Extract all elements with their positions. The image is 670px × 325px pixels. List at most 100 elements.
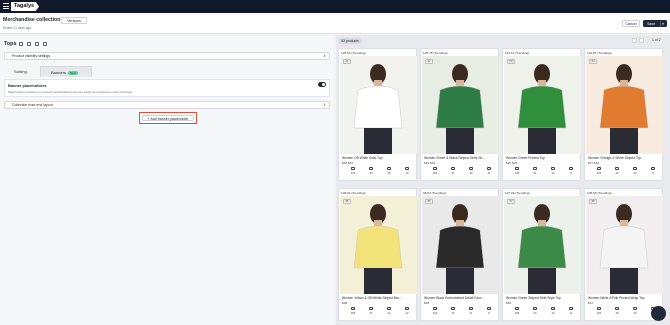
stat-orders: 31 bbox=[465, 307, 477, 315]
product-image bbox=[504, 56, 581, 154]
product-name[interactable]: Women Off-White Solid Top bbox=[342, 156, 416, 160]
collection-layout-select[interactable]: Collection front-end layout ⇕ bbox=[4, 101, 330, 109]
product-name[interactable]: Women Orange & White Striped Top bbox=[588, 156, 662, 160]
stat-value: 8 bbox=[488, 312, 490, 315]
stat-cart: 48 bbox=[611, 167, 623, 175]
views-icon bbox=[515, 167, 519, 170]
product-stats: 298 60 40 11 bbox=[505, 307, 580, 320]
product-name[interactable]: Women Yellow & Off-White Striped Bar... bbox=[342, 296, 416, 300]
stat-value: 40 bbox=[469, 172, 473, 175]
stat-orders: 30 bbox=[629, 167, 641, 175]
product-name[interactable]: Women Green & Black Striped Semi-Sh... bbox=[424, 156, 498, 160]
pin-icon[interactable] bbox=[35, 42, 39, 46]
product-rank-badge: #2 bbox=[425, 59, 433, 64]
product-image bbox=[586, 56, 663, 154]
stat-value: 305 bbox=[350, 312, 356, 315]
add-banner-highlight: + Add banner placeholder bbox=[139, 112, 197, 124]
product-price: $17 $34 bbox=[588, 161, 600, 165]
chevron-updown-icon: ⇕ bbox=[323, 103, 326, 107]
product-price: $15 $32 bbox=[424, 161, 436, 165]
versions-button[interactable]: Versions bbox=[61, 17, 87, 24]
views-icon bbox=[351, 307, 355, 310]
tab-banners[interactable]: Banners New bbox=[40, 66, 92, 77]
stat-value: 9 bbox=[652, 172, 654, 175]
product-name[interactable]: Women Green Printed Top bbox=[506, 156, 580, 160]
save-button[interactable]: Save ▾ bbox=[643, 20, 667, 27]
stat-returns: 10 bbox=[401, 167, 413, 175]
product-name[interactable]: Women Black Embroidered Detail Faux... bbox=[424, 296, 498, 300]
page-indicator: 1 of 2 bbox=[652, 38, 661, 42]
next-page-button[interactable] bbox=[639, 38, 644, 43]
prev-page-button[interactable] bbox=[632, 38, 637, 43]
stat-returns: 9 bbox=[565, 167, 577, 175]
product-card[interactable]: 139.04 (Trending) #5 Women Yellow & Off-Wh… bbox=[338, 188, 417, 321]
views-icon bbox=[433, 167, 437, 170]
product-score: 102.87 (Trending) bbox=[587, 51, 612, 55]
product-card[interactable]: 125.53 (Trending) #1 Women Off-White Solid… bbox=[338, 48, 417, 181]
settings-icon[interactable] bbox=[27, 42, 31, 46]
product-stats: 248 51 33 9 bbox=[505, 167, 580, 180]
product-score: 105.53 (Trending) bbox=[587, 191, 612, 195]
add-banner-placeholder-button[interactable]: + Add banner placeholder bbox=[142, 115, 194, 121]
views-icon bbox=[597, 167, 601, 170]
returns-icon bbox=[569, 167, 573, 170]
stat-views: 270 bbox=[347, 167, 359, 175]
stat-views: 298 bbox=[511, 307, 523, 315]
cart-icon bbox=[533, 307, 537, 310]
stat-orders: 40 bbox=[547, 307, 559, 315]
orders-icon bbox=[633, 167, 637, 170]
cart-icon bbox=[533, 167, 537, 170]
product-score: 120.78 (Trending) bbox=[423, 51, 448, 55]
stat-value: 12 bbox=[405, 312, 409, 315]
stat-returns: 9 bbox=[647, 167, 659, 175]
page-title: Merchandise collection bbox=[3, 17, 61, 23]
tab-sorting-label: Sorting bbox=[14, 69, 27, 74]
product-card[interactable]: 98.57 (Trending) #6 Women Black Embroidere… bbox=[420, 188, 499, 321]
product-visibility-label: Product visibility settings bbox=[12, 54, 51, 58]
product-name[interactable]: Women Green Striped Shirt Style Top bbox=[506, 296, 580, 300]
stat-value: 49 bbox=[615, 312, 619, 315]
stat-cart: 46 bbox=[447, 307, 459, 315]
app-logo[interactable]: Tagalys bbox=[11, 2, 40, 11]
app-topbar: Tagalys bbox=[0, 0, 670, 13]
stat-cart: 57 bbox=[447, 167, 459, 175]
save-label: Save bbox=[647, 22, 656, 26]
product-name[interactable]: Women White &Pink Printed Wrap Top bbox=[588, 296, 662, 300]
product-visibility-select[interactable]: Product visibility settings ⇕ bbox=[4, 52, 330, 60]
orders-icon bbox=[387, 167, 391, 170]
cart-icon bbox=[369, 307, 373, 310]
product-card[interactable]: 120.78 (Trending) #2 Women Green & Black S… bbox=[420, 48, 499, 181]
download-icon[interactable] bbox=[43, 42, 47, 46]
cancel-button[interactable]: Cancel bbox=[622, 20, 640, 27]
banner-placeholders-description: Mark banner positions to preview merchan… bbox=[8, 90, 133, 94]
save-options-chevron-icon[interactable]: ▾ bbox=[660, 21, 665, 27]
tab-banners-label: Banners bbox=[51, 70, 66, 75]
stat-orders: 42 bbox=[383, 307, 395, 315]
stat-value: 212 bbox=[432, 312, 438, 315]
stat-value: 42 bbox=[387, 312, 391, 315]
product-card[interactable]: 105.53 (Trending) #8 Women White &Pink Pri… bbox=[584, 188, 663, 321]
stat-orders: 33 bbox=[629, 307, 641, 315]
stat-value: 30 bbox=[633, 172, 637, 175]
orders-icon bbox=[551, 307, 555, 310]
product-image bbox=[340, 196, 417, 294]
orders-icon bbox=[469, 307, 473, 310]
banner-placeholders-toggle[interactable] bbox=[318, 82, 326, 87]
banner-placeholders-panel: Banner placeholders Mark banner position… bbox=[4, 79, 330, 97]
stat-views: 225 bbox=[593, 167, 605, 175]
hamburger-menu-icon[interactable] bbox=[3, 3, 9, 9]
product-rank-badge: #8 bbox=[589, 199, 597, 204]
tab-sorting[interactable]: Sorting bbox=[4, 66, 39, 77]
stat-value: 56 bbox=[369, 172, 373, 175]
stat-value: 31 bbox=[469, 312, 473, 315]
product-rank-badge: #7 bbox=[507, 199, 515, 204]
returns-icon bbox=[651, 167, 655, 170]
edit-icon[interactable] bbox=[19, 42, 23, 46]
chat-icon[interactable] bbox=[651, 306, 666, 321]
stat-value: 266 bbox=[432, 172, 438, 175]
product-card[interactable]: 137.04 (Trending) #7 Women Green Striped S… bbox=[502, 188, 581, 321]
product-card[interactable]: 102.87 (Trending) #4 Women Orange & White … bbox=[584, 48, 663, 181]
cart-icon bbox=[451, 307, 455, 310]
product-card[interactable]: 113.41 (Trending) #3 Women Green Printed T… bbox=[502, 48, 581, 181]
stat-cart: 61 bbox=[365, 307, 377, 315]
